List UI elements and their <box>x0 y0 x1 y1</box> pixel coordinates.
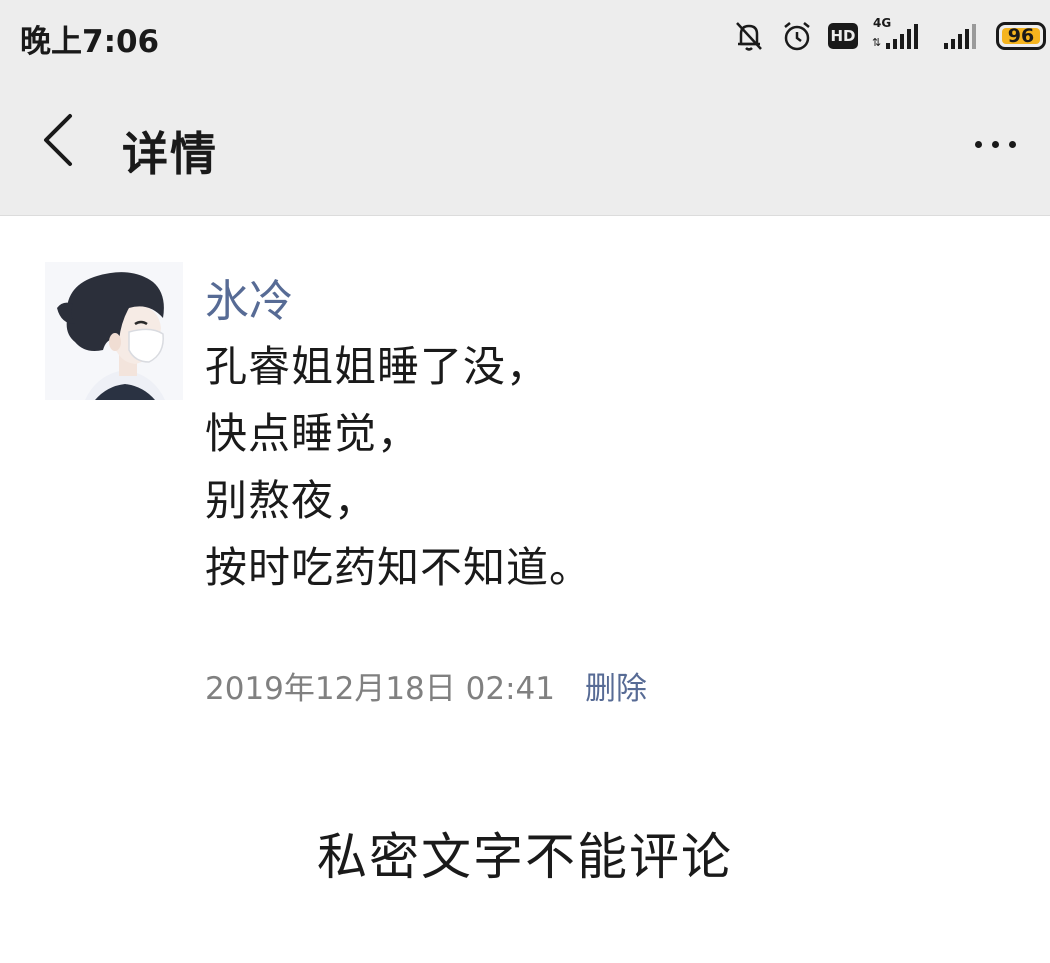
battery-icon: 96 <box>996 22 1046 50</box>
signal-icon <box>942 19 982 53</box>
chevron-left-icon <box>40 112 76 172</box>
more-horizontal-icon <box>974 140 982 148</box>
author-name[interactable]: 氷冷 <box>205 265 293 329</box>
delete-button[interactable]: 删除 <box>585 663 647 708</box>
post-line: 别熬夜， <box>205 476 378 525</box>
avatar[interactable] <box>45 262 183 400</box>
status-time: 晚上7:06 <box>20 24 160 60</box>
post-line: 孔睿姐姐睡了没， <box>205 342 550 391</box>
signal-4g-icon: 4G ⇅ <box>872 16 928 53</box>
post-timestamp: 2019年12月18日 02:41 <box>205 671 555 707</box>
post-text: 孔睿姐姐睡了没， 快点睡觉， 别熬夜， 按时吃药知不知道。 <box>205 333 985 601</box>
hd-icon: HD <box>828 23 858 49</box>
page-title: 详情 <box>122 127 218 181</box>
post-detail: 氷冷 孔睿姐姐睡了没， 快点睡觉， 别熬夜， 按时吃药知不知道。 2019年12… <box>0 217 1050 963</box>
private-comment-notice: 私密文字不能评论 <box>317 828 733 886</box>
more-dot <box>991 140 999 148</box>
status-icons: HD 4G ⇅ 96 <box>732 16 1046 56</box>
battery-level: 96 <box>1007 25 1035 47</box>
post-meta: 2019年12月18日 02:41 删除 <box>205 663 647 708</box>
more-button[interactable] <box>960 116 1030 172</box>
post-line: 按时吃药知不知道。 <box>205 543 593 592</box>
title-bar: 详情 <box>0 76 1050 216</box>
post-line: 快点睡觉， <box>205 409 421 458</box>
more-dot <box>1008 140 1016 148</box>
back-button[interactable] <box>30 110 86 174</box>
alarm-icon <box>780 19 814 53</box>
bell-muted-icon <box>732 19 766 53</box>
status-bar: 晚上7:06 HD 4G ⇅ 96 <box>0 0 1050 76</box>
